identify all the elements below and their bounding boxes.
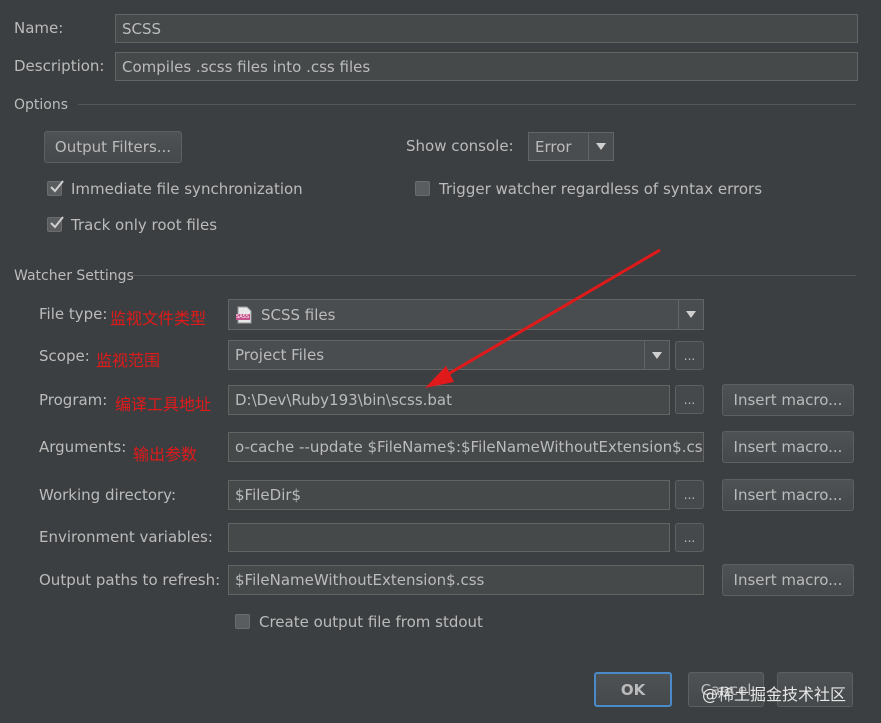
watermark-text: @稀土掘金技术社区: [702, 685, 847, 704]
file-type-label: File type:: [39, 305, 108, 323]
arguments-value: o-cache --update $FileName$:$FileNameWit…: [235, 438, 704, 456]
file-type-value: SCSS files: [261, 305, 336, 324]
sass-file-icon: SASS: [235, 306, 253, 324]
description-label-text: Description:: [14, 57, 105, 75]
chevron-down-icon[interactable]: [588, 133, 613, 160]
program-input[interactable]: D:\Dev\Ruby193\bin\scss.bat: [228, 385, 670, 415]
checkmark-icon: [50, 180, 64, 193]
options-separator: [78, 104, 856, 105]
environment-variables-browse-button[interactable]: ...: [675, 523, 704, 552]
working-directory-browse-button[interactable]: ...: [675, 480, 704, 509]
scope-value: Project Files: [235, 346, 325, 364]
working-directory-input[interactable]: $FileDir$: [228, 480, 670, 510]
description-input[interactable]: Compiles .scss files into .css files: [115, 52, 858, 81]
arguments-insert-macro-button[interactable]: Insert macro...: [722, 431, 854, 463]
program-insert-macro-button[interactable]: Insert macro...: [722, 384, 854, 416]
arguments-input[interactable]: o-cache --update $FileName$:$FileNameWit…: [228, 432, 704, 462]
chevron-down-icon[interactable]: [644, 341, 669, 369]
immediate-sync-checkbox[interactable]: [47, 180, 64, 196]
create-output-label: Create output file from stdout: [259, 613, 483, 631]
environment-variables-input[interactable]: [228, 523, 670, 552]
trigger-watcher-checkbox[interactable]: [415, 181, 430, 196]
show-console-label: Show console:: [406, 137, 514, 155]
arguments-annotation: 输出参数: [133, 445, 198, 464]
program-label: Program:: [39, 391, 108, 409]
trigger-watcher-label: Trigger watcher regardless of syntax err…: [439, 180, 763, 198]
scope-label: Scope:: [39, 347, 90, 365]
output-paths-label: Output paths to refresh:: [39, 571, 221, 589]
chevron-down-icon[interactable]: [678, 300, 703, 329]
checkmark-icon: [50, 216, 64, 229]
track-root-checkbox[interactable]: [47, 216, 64, 232]
description-value: Compiles .scss files into .css files: [122, 57, 371, 76]
immediate-sync-label: Immediate file synchronization: [71, 180, 303, 198]
file-type-select[interactable]: SASS SCSS files: [228, 299, 704, 330]
file-type-annotation: 监视文件类型: [110, 309, 207, 328]
description-label: Description:: [14, 57, 104, 75]
working-directory-label: Working directory:: [39, 486, 177, 504]
watcher-separator: [130, 275, 856, 276]
name-input[interactable]: SCSS: [115, 14, 858, 43]
program-value: D:\Dev\Ruby193\bin\scss.bat: [235, 391, 453, 409]
environment-variables-label: Environment variables:: [39, 528, 213, 546]
options-section-title: Options: [14, 97, 69, 113]
sass-icon-text: SASS: [236, 313, 250, 320]
output-paths-value: $FileNameWithoutExtension$.css: [235, 571, 485, 589]
arguments-label: Arguments:: [39, 438, 127, 456]
show-console-select[interactable]: Error: [528, 132, 614, 161]
file-watcher-dialog: { "name": {"label": "Name:", "value": "S…: [0, 0, 881, 723]
watcher-section-title: Watcher Settings: [14, 268, 134, 284]
scope-browse-button[interactable]: ...: [675, 341, 704, 370]
ok-button[interactable]: OK: [594, 672, 672, 707]
track-root-label: Track only root files: [71, 216, 218, 234]
program-annotation: 编译工具地址: [115, 395, 212, 414]
working-directory-insert-macro-button[interactable]: Insert macro...: [722, 479, 854, 511]
working-directory-value: $FileDir$: [235, 486, 302, 504]
scope-select[interactable]: Project Files: [228, 340, 670, 370]
name-value: SCSS: [122, 19, 162, 38]
name-label-text: Name:: [14, 19, 64, 37]
create-output-checkbox[interactable]: [235, 614, 250, 629]
output-paths-insert-macro-button[interactable]: Insert macro...: [722, 564, 854, 596]
output-filters-button[interactable]: Output Filters...: [44, 131, 182, 163]
output-paths-input[interactable]: $FileNameWithoutExtension$.css: [228, 565, 704, 595]
show-console-value: Error: [535, 137, 572, 156]
scope-annotation: 监视范围: [96, 351, 161, 370]
name-label: Name:: [14, 19, 63, 37]
program-browse-button[interactable]: ...: [675, 385, 704, 414]
